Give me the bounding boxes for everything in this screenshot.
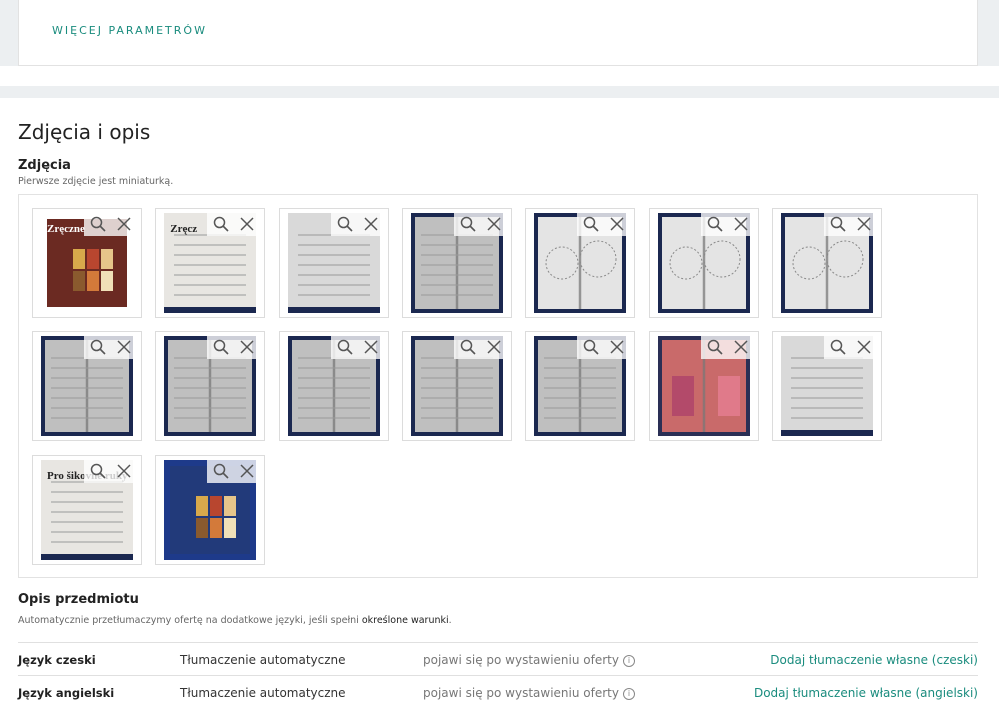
- zoom-icon[interactable]: [213, 463, 229, 479]
- close-icon[interactable]: [239, 339, 255, 355]
- photo-tools: [330, 212, 385, 236]
- translation-status-text: pojawi się po wystawieniu oferty: [423, 653, 619, 667]
- photo-tools: [823, 335, 878, 360]
- translation-status: pojawi się po wystawieniu oferty i: [423, 686, 635, 700]
- photo-caption-text: Zręczne: [47, 223, 85, 235]
- photo-tools: [84, 212, 138, 236]
- photo-tools: [577, 335, 632, 360]
- photo-tools: [453, 335, 508, 360]
- close-icon[interactable]: [609, 339, 625, 355]
- photo-tools: [207, 458, 262, 483]
- close-icon[interactable]: [116, 216, 132, 232]
- language-row-english: Język angielski Tłumaczenie automatyczne…: [18, 675, 978, 709]
- close-icon[interactable]: [486, 339, 502, 355]
- zoom-icon[interactable]: [213, 216, 229, 232]
- close-icon[interactable]: [363, 216, 379, 232]
- translation-mode: Tłumaczenie automatyczne: [180, 653, 346, 667]
- photo-tools: [207, 212, 262, 236]
- photo-thumbnail[interactable]: [32, 331, 142, 442]
- section-gap: [0, 66, 999, 86]
- photo-thumbnail[interactable]: [401, 208, 512, 318]
- zoom-icon[interactable]: [213, 339, 229, 355]
- photos-and-description-section: Zdjęcia i opis Zdjęcia Pierwsze zdjęcie …: [0, 98, 999, 713]
- photos-hint: Pierwsze zdjęcie jest miniaturką.: [18, 176, 174, 187]
- close-icon[interactable]: [116, 339, 132, 355]
- photo-thumbnail[interactable]: [278, 208, 389, 318]
- translation-status-text: pojawi się po wystawieniu oferty: [423, 686, 619, 700]
- parameters-card: WIĘCEJ PARAMETRÓW: [18, 0, 978, 66]
- photo-thumbnail[interactable]: [401, 331, 512, 442]
- zoom-icon[interactable]: [707, 216, 723, 232]
- description-hint: Automatycznie przetłumaczymy ofertę na d…: [18, 615, 452, 626]
- add-own-translation-czech-link[interactable]: Dodaj tłumaczenie własne (czeski): [770, 653, 978, 667]
- photo-thumbnail[interactable]: [648, 331, 759, 442]
- photo-tools: [700, 212, 755, 236]
- close-icon[interactable]: [486, 216, 502, 232]
- zoom-icon[interactable]: [460, 339, 476, 355]
- photo-thumbnail[interactable]: [525, 208, 636, 318]
- photo-thumbnail[interactable]: [278, 331, 389, 442]
- photo-tools: [577, 212, 632, 236]
- photo-tools: [453, 212, 508, 236]
- translation-mode: Tłumaczenie automatyczne: [180, 686, 346, 700]
- photo-tools: [84, 335, 138, 360]
- zoom-icon[interactable]: [90, 216, 106, 232]
- close-icon[interactable]: [856, 216, 872, 232]
- photos-title: Zdjęcia: [18, 158, 71, 173]
- language-name: Język angielski: [18, 686, 115, 700]
- zoom-icon[interactable]: [337, 339, 353, 355]
- photo-tools: [207, 335, 262, 360]
- photo-thumbnail[interactable]: [648, 208, 759, 318]
- photo-caption-text: Zręcz: [170, 223, 198, 235]
- conditions-link[interactable]: określone warunki: [362, 615, 449, 626]
- info-icon[interactable]: i: [622, 687, 635, 700]
- photo-thumbnail[interactable]: [771, 208, 882, 318]
- photo-tools: [823, 212, 878, 236]
- photo-thumbnail[interactable]: Zręczne: [32, 208, 142, 318]
- photo-gallery: Zręczne Zręcz Pro šikovné ruky: [18, 194, 978, 578]
- photo-thumbnail[interactable]: [525, 331, 636, 442]
- zoom-icon[interactable]: [830, 216, 846, 232]
- photo-thumbnail[interactable]: [155, 331, 266, 442]
- close-icon[interactable]: [733, 216, 749, 232]
- description-hint-text: Automatycznie przetłumaczymy ofertę na d…: [18, 615, 362, 626]
- close-icon[interactable]: [733, 339, 749, 355]
- info-icon[interactable]: i: [622, 654, 635, 667]
- close-icon[interactable]: [363, 339, 379, 355]
- zoom-icon[interactable]: [830, 339, 846, 355]
- zoom-icon[interactable]: [90, 463, 106, 479]
- photo-thumbnail[interactable]: Pro šikovné ruky: [32, 454, 142, 565]
- photo-thumbnail[interactable]: [771, 331, 882, 442]
- section-title: Zdjęcia i opis: [18, 120, 151, 144]
- close-icon[interactable]: [609, 216, 625, 232]
- close-icon[interactable]: [239, 216, 255, 232]
- zoom-icon[interactable]: [583, 216, 599, 232]
- photo-thumbnail[interactable]: [155, 454, 266, 565]
- zoom-icon[interactable]: [337, 216, 353, 232]
- language-name: Język czeski: [18, 653, 96, 667]
- zoom-icon[interactable]: [707, 339, 723, 355]
- more-parameters-link[interactable]: WIĘCEJ PARAMETRÓW: [52, 24, 207, 37]
- zoom-icon[interactable]: [460, 216, 476, 232]
- zoom-icon[interactable]: [583, 339, 599, 355]
- close-icon[interactable]: [856, 339, 872, 355]
- add-own-translation-english-link[interactable]: Dodaj tłumaczenie własne (angielski): [754, 686, 978, 700]
- photo-tools: [330, 335, 385, 360]
- language-row-czech: Język czeski Tłumaczenie automatyczne po…: [18, 642, 978, 676]
- description-hint-suffix: .: [448, 615, 452, 626]
- photo-tools: [700, 335, 755, 360]
- photo-tools: [84, 458, 138, 483]
- zoom-icon[interactable]: [90, 339, 106, 355]
- photo-thumbnail[interactable]: Zręcz: [155, 208, 266, 318]
- close-icon[interactable]: [239, 463, 255, 479]
- close-icon[interactable]: [116, 463, 132, 479]
- description-title: Opis przedmiotu: [18, 592, 139, 607]
- translation-status: pojawi się po wystawieniu oferty i: [423, 653, 635, 667]
